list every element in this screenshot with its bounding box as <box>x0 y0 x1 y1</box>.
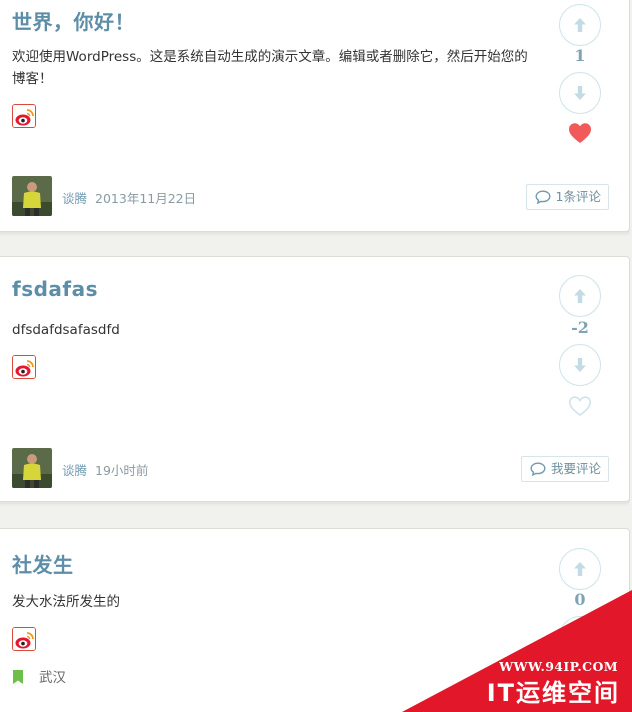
arrow-up-icon <box>574 562 586 576</box>
comment-label: 1条评论 <box>555 189 601 204</box>
upvote-button[interactable] <box>559 275 601 317</box>
weibo-icon[interactable] <box>12 627 36 651</box>
post-card: 世界，你好！ 欢迎使用WordPress。这是系统自动生成的演示文章。编辑或者删… <box>0 0 630 232</box>
post-title[interactable]: 世界，你好！ <box>12 6 135 35</box>
bookmark-location-icon <box>13 670 23 684</box>
vote-count: -2 <box>571 318 589 337</box>
location-label: 武汉 <box>39 670 66 686</box>
avatar[interactable] <box>12 448 52 488</box>
downvote-button[interactable] <box>559 72 601 114</box>
upvote-button[interactable] <box>559 4 601 46</box>
post-excerpt: dfsdafdsafasdfd <box>12 322 120 338</box>
comment-label: 我要评论 <box>550 461 601 476</box>
watermark-name: IT运维空间 <box>486 679 620 707</box>
watermark: WWW.94IP.COM IT运维空间 <box>402 590 632 712</box>
arrow-up-icon <box>574 18 586 32</box>
weibo-icon[interactable] <box>12 104 36 128</box>
comment-bubble-icon <box>530 462 546 477</box>
watermark-url: WWW.94IP.COM <box>499 659 618 674</box>
avatar[interactable] <box>12 176 52 216</box>
upvote-button[interactable] <box>559 548 601 590</box>
post-title[interactable]: fsdafas <box>12 277 98 301</box>
comment-button[interactable]: 我要评论 <box>520 456 609 482</box>
post-date: 2013年11月22日 <box>95 191 197 206</box>
post-card: fsdafas dfsdafdsafasdfd -2 谈腾 19小时前 我要评论 <box>0 256 630 502</box>
post-title[interactable]: 社发生 <box>12 549 74 578</box>
downvote-button[interactable] <box>559 344 601 386</box>
comment-button[interactable]: 1条评论 <box>525 184 609 210</box>
weibo-icon[interactable] <box>12 355 36 379</box>
author-link[interactable]: 谈腾 <box>62 463 87 478</box>
arrow-down-icon <box>574 86 586 100</box>
vote-count: 1 <box>574 46 586 65</box>
post-excerpt: 欢迎使用WordPress。这是系统自动生成的演示文章。编辑或者删除它，然后开始… <box>12 49 528 87</box>
arrow-down-icon <box>574 358 586 372</box>
post-meta: 谈腾 2013年11月22日 <box>62 188 196 207</box>
arrow-up-icon <box>574 289 586 303</box>
vote-panel: 1 <box>559 0 601 186</box>
post-location: 武汉 <box>12 666 66 686</box>
heart-icon[interactable] <box>568 395 592 417</box>
post-meta: 谈腾 19小时前 <box>62 460 148 479</box>
comment-bubble-icon <box>535 190 551 205</box>
heart-icon[interactable] <box>568 122 592 144</box>
vote-panel: -2 <box>559 257 601 437</box>
post-date: 19小时前 <box>95 463 149 478</box>
author-link[interactable]: 谈腾 <box>62 191 87 206</box>
